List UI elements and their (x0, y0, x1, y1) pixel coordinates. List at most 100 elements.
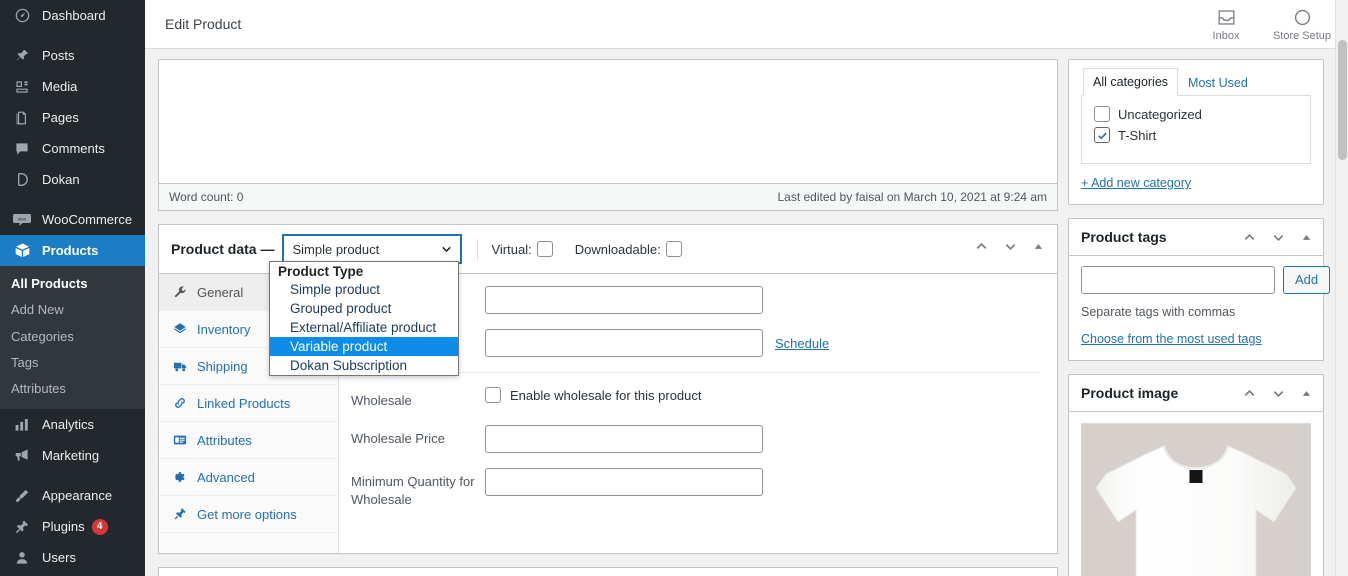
toggle-panel-icon[interactable] (1300, 387, 1313, 400)
tab-linked-products[interactable]: Linked Products (159, 385, 338, 422)
sidebar-item-media[interactable]: Media (0, 71, 145, 102)
dropdown-option-grouped-product[interactable]: Grouped product (270, 299, 458, 318)
dropdown-option-dokan-subscription[interactable]: Dokan Subscription (270, 356, 458, 375)
downloadable-checkbox[interactable]: ✓ (666, 241, 682, 257)
main-column: Word count: 0 Last edited by faisal on M… (158, 59, 1058, 576)
sidebar-item-woocommerce[interactable]: woo WooCommerce (0, 204, 145, 235)
sidebar-item-dokan[interactable]: Dokan (0, 164, 145, 195)
inbox-button[interactable]: Inbox (1188, 0, 1264, 49)
enable-wholesale-checkbox[interactable]: ✓ (485, 387, 501, 403)
product-image-header: Product image (1069, 375, 1323, 412)
product-tags-header: Product tags (1069, 219, 1323, 256)
product-data-panel: Product data — Simple product Virtual: ✓ (158, 224, 1058, 554)
sidebar-item-users[interactable]: Users (0, 542, 145, 573)
minimum-quantity-label: Minimum Quantity for Wholesale (351, 468, 485, 509)
price-input[interactable] (485, 286, 763, 314)
sidebar-item-marketing[interactable]: Marketing (0, 440, 145, 471)
virtual-label: Virtual: (491, 242, 531, 257)
store-setup-button[interactable]: Store Setup (1264, 0, 1340, 49)
downloadable-label: Downloadable: (575, 242, 661, 257)
submenu-item-attributes[interactable]: Attributes (0, 376, 145, 402)
sidebar-item-pages[interactable]: Pages (0, 102, 145, 133)
submenu-item-tags[interactable]: Tags (0, 350, 145, 376)
sidebar-item-label: Products (42, 244, 98, 257)
dropdown-option-simple-product[interactable]: Simple product (270, 280, 458, 299)
dashboard-icon (11, 6, 33, 26)
choose-most-used-tags-link[interactable]: Choose from the most used tags (1081, 332, 1262, 346)
sidebar-item-analytics[interactable]: Analytics (0, 409, 145, 440)
product-type-select-wrap: Simple product (282, 234, 462, 264)
woocommerce-icon: woo (11, 210, 33, 230)
sidebar-item-posts[interactable]: Posts (0, 40, 145, 71)
submenu-item-categories[interactable]: Categories (0, 324, 145, 350)
panel-handle-actions (1242, 230, 1313, 245)
sale-price-input[interactable] (485, 329, 763, 357)
comment-icon (11, 139, 33, 159)
sidebar-item-comments[interactable]: Comments (0, 133, 145, 164)
wholesale-label: Wholesale (351, 387, 485, 410)
inbox-label: Inbox (1213, 30, 1240, 42)
menu-separator (0, 195, 145, 204)
editor-canvas[interactable] (159, 60, 1057, 183)
category-item-t-shirt[interactable]: T-Shirt (1094, 127, 1298, 143)
move-up-icon[interactable] (1242, 230, 1257, 245)
product-image-thumbnail[interactable] (1081, 423, 1311, 576)
sidebar-item-dashboard[interactable]: Dashboard (0, 0, 145, 31)
category-item-uncategorized[interactable]: ✓ Uncategorized (1094, 106, 1298, 122)
category-checkbox[interactable] (1094, 127, 1110, 143)
toggle-panel-icon[interactable] (1032, 240, 1045, 258)
product-tags-panel: Product tags (1068, 218, 1324, 361)
product-image-title: Product image (1081, 385, 1178, 401)
submenu-item-all-products[interactable]: All Products (0, 271, 145, 297)
dropdown-group-label: Product Type (270, 263, 458, 280)
toggle-panel-icon[interactable] (1300, 231, 1313, 244)
scrollbar-thumb[interactable] (1338, 40, 1347, 160)
virtual-checkbox[interactable]: ✓ (537, 241, 553, 257)
add-tag-button[interactable]: Add (1283, 266, 1330, 294)
tab-all-categories[interactable]: All categories (1083, 68, 1178, 96)
schedule-link[interactable]: Schedule (775, 336, 829, 351)
sidebar-item-appearance[interactable]: Appearance (0, 480, 145, 511)
product-data-title: Product data — (171, 241, 274, 257)
wholesale-price-label: Wholesale Price (351, 425, 485, 448)
wholesale-price-input[interactable] (485, 425, 763, 453)
move-up-icon[interactable] (974, 239, 989, 259)
product-type-dropdown-list[interactable]: Product Type Simple product Grouped prod… (269, 261, 459, 376)
dropdown-option-variable-product[interactable]: Variable product (270, 337, 458, 356)
header-divider (477, 239, 478, 260)
downloadable-checkbox-group: Downloadable: ✓ (575, 241, 682, 257)
page-scrollbar[interactable] (1335, 0, 1348, 576)
media-icon (11, 77, 33, 97)
sidebar-item-label: Analytics (42, 418, 94, 431)
tab-get-more-options[interactable]: Get more options (159, 496, 338, 533)
last-edited: Last edited by faisal on March 10, 2021 … (777, 190, 1047, 204)
tab-most-used[interactable]: Most Used (1178, 69, 1258, 96)
sidebar-item-products[interactable]: Products (0, 235, 145, 266)
category-label: Uncategorized (1118, 107, 1202, 122)
move-down-icon[interactable] (1271, 230, 1286, 245)
submenu-item-add-new[interactable]: Add New (0, 297, 145, 323)
pin-icon (11, 46, 33, 66)
virtual-checkbox-group: Virtual: ✓ (491, 241, 552, 257)
category-checkbox[interactable]: ✓ (1094, 106, 1110, 122)
megaphone-icon (11, 446, 33, 466)
move-up-icon[interactable] (1242, 386, 1257, 401)
appearance-icon (11, 486, 33, 506)
tshirt-neck-label (1190, 470, 1203, 483)
wholesale-price-row: Wholesale Price (351, 425, 1041, 453)
category-checklist[interactable]: ✓ Uncategorized T-Shirt (1081, 96, 1311, 164)
tab-advanced[interactable]: Advanced (159, 459, 338, 496)
product-type-select[interactable]: Simple product (282, 234, 462, 264)
sidebar-item-plugins[interactable]: Plugins 4 (0, 511, 145, 542)
panel-handle-actions (1242, 386, 1313, 401)
product-type-selected-value: Simple product (292, 242, 379, 257)
new-tag-input[interactable] (1081, 266, 1275, 294)
move-down-icon[interactable] (1003, 239, 1018, 259)
link-icon (171, 396, 189, 410)
dropdown-option-external-affiliate-product[interactable]: External/Affiliate product (270, 318, 458, 337)
add-new-category-link[interactable]: + Add new category (1081, 176, 1191, 190)
tab-attributes[interactable]: Attributes (159, 422, 338, 459)
move-down-icon[interactable] (1271, 386, 1286, 401)
minimum-quantity-input[interactable] (485, 468, 763, 496)
tab-label: Advanced (197, 470, 255, 485)
